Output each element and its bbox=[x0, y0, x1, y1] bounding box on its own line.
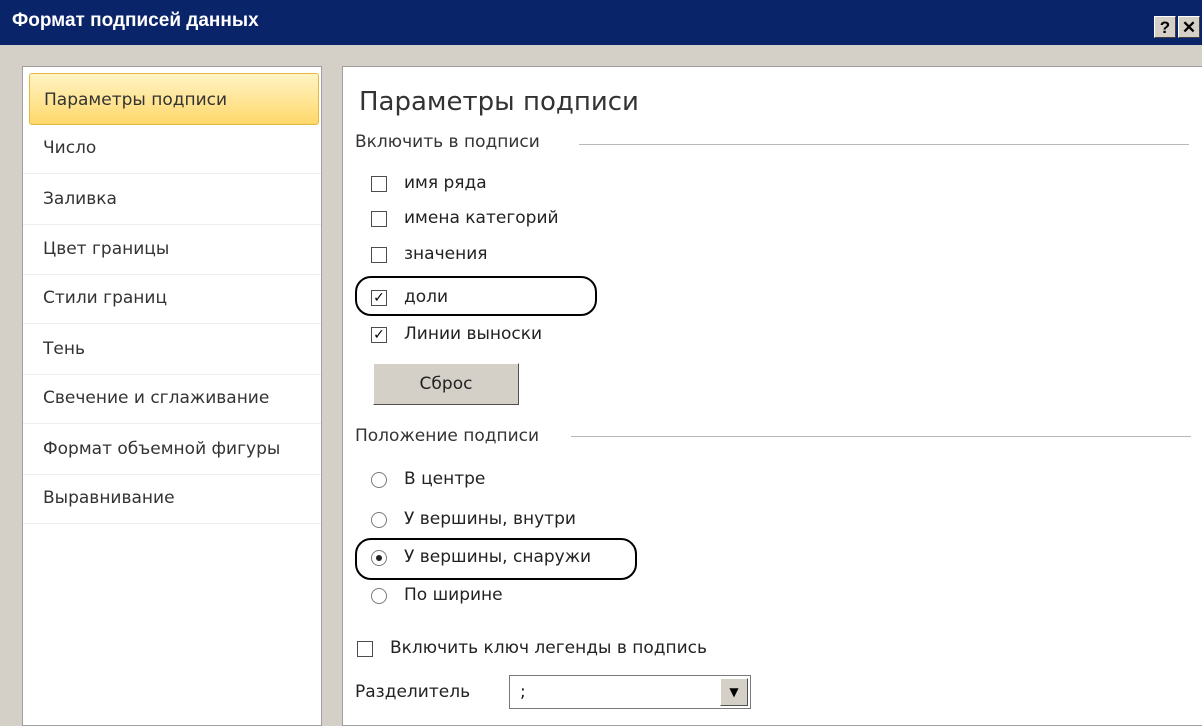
sidebar-item-label-options[interactable]: Параметры подписи bbox=[29, 73, 319, 125]
checkbox-label: Линии выноски bbox=[404, 324, 543, 344]
sidebar-item-number[interactable]: Число bbox=[23, 122, 321, 174]
checkbox-box[interactable]: ✓ bbox=[371, 327, 387, 343]
reset-button[interactable]: Сброс bbox=[373, 363, 519, 405]
dialog-title: Формат подписей данных bbox=[12, 10, 259, 31]
radio-label: В центре bbox=[404, 469, 486, 489]
checkbox-label: значения bbox=[404, 244, 488, 264]
options-panel: Параметры подписи Включить в подписи имя… bbox=[342, 66, 1202, 726]
sidebar-item-border-styles[interactable]: Стили границ bbox=[23, 272, 321, 324]
checkbox-label: имя ряда bbox=[404, 173, 487, 193]
radio-label: У вершины, внутри bbox=[404, 509, 576, 529]
checkbox-label: Включить ключ легенды в подпись bbox=[390, 638, 708, 658]
panel-heading: Параметры подписи bbox=[359, 87, 639, 117]
radio-button[interactable] bbox=[371, 512, 387, 528]
highlight-circle-percentage bbox=[355, 276, 597, 316]
checkbox-box[interactable] bbox=[371, 247, 387, 263]
close-button[interactable]: ✕ bbox=[1178, 16, 1200, 38]
help-icon: ? bbox=[1159, 18, 1171, 37]
help-button[interactable]: ? bbox=[1154, 16, 1176, 38]
sidebar: Параметры подписи Число Заливка Цвет гра… bbox=[22, 66, 322, 726]
checkmark-icon: ✓ bbox=[373, 327, 385, 343]
section-divider bbox=[579, 144, 1189, 145]
separator-label: Разделитель bbox=[355, 682, 471, 702]
radio-label: По ширине bbox=[404, 585, 503, 605]
checkbox-box[interactable] bbox=[371, 176, 387, 192]
title-bar: Формат подписей данных ? ✕ bbox=[0, 0, 1202, 45]
dropdown-arrow-icon[interactable]: ▼ bbox=[720, 678, 748, 706]
section-divider bbox=[571, 436, 1191, 437]
sidebar-item-alignment[interactable]: Выравнивание bbox=[23, 472, 321, 524]
separator-dropdown[interactable]: ; ▼ bbox=[509, 675, 751, 709]
sidebar-item-glow[interactable]: Свечение и сглаживание bbox=[23, 372, 321, 424]
sidebar-item-border-color[interactable]: Цвет границы bbox=[23, 223, 321, 275]
sidebar-item-shadow[interactable]: Тень bbox=[23, 323, 321, 375]
sidebar-item-3d-format[interactable]: Формат объемной фигуры bbox=[23, 423, 321, 475]
close-icon: ✕ bbox=[1181, 18, 1197, 37]
include-section-label: Включить в подписи bbox=[355, 132, 540, 152]
checkbox-box[interactable] bbox=[371, 211, 387, 227]
highlight-circle-outside-end bbox=[355, 538, 637, 580]
position-section-label: Положение подписи bbox=[355, 426, 540, 446]
sidebar-item-fill[interactable]: Заливка bbox=[23, 173, 321, 225]
radio-button[interactable] bbox=[371, 472, 387, 488]
separator-value: ; bbox=[520, 682, 526, 702]
radio-button[interactable] bbox=[371, 588, 387, 604]
checkbox-label: имена категорий bbox=[404, 208, 559, 228]
checkbox-box[interactable] bbox=[357, 641, 373, 657]
